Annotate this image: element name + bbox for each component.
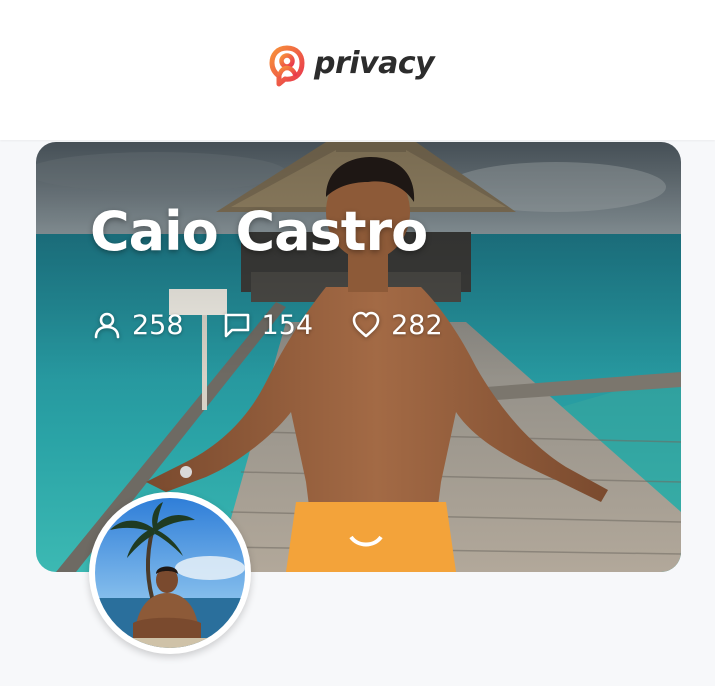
stat-followers: 258 [92, 310, 184, 340]
user-icon [94, 312, 120, 339]
profile-stats: 258 154 282 [92, 310, 443, 340]
stat-likes-value: 282 [391, 309, 443, 341]
privacy-logo[interactable]: privacy [268, 44, 435, 88]
heart-icon [352, 311, 380, 338]
creator-name: Caio Castro [90, 200, 428, 263]
top-header: privacy [0, 0, 715, 140]
brand-name: privacy [314, 46, 435, 81]
stat-posts: 154 [222, 309, 314, 341]
avatar-image [95, 498, 245, 648]
privacy-logo-icon [269, 45, 305, 87]
stat-likes: 282 [351, 310, 443, 340]
avatar-frame [95, 498, 245, 648]
stat-posts-value: 154 [261, 309, 314, 341]
avatar[interactable] [89, 492, 251, 654]
stat-followers-value: 258 [132, 309, 184, 341]
chat-icon [224, 313, 249, 338]
